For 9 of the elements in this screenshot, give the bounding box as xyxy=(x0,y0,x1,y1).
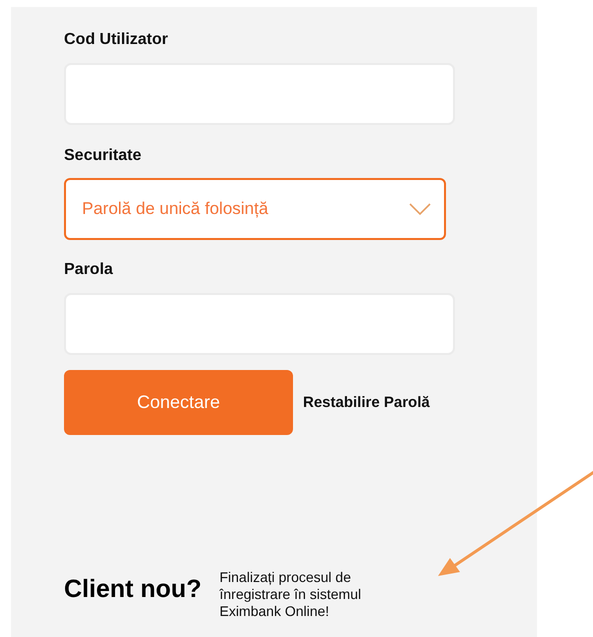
reset-password-link[interactable]: Restabilire Parolă xyxy=(303,394,430,411)
connect-button[interactable]: Conectare xyxy=(64,370,293,435)
registration-text: Finalizați procesul de înregistrare în sistemul Eximbank Online! xyxy=(219,569,362,620)
field-label: Cod Utilizator xyxy=(64,31,168,49)
chevron-down-icon xyxy=(409,203,431,215)
field-label: Parola xyxy=(64,261,113,279)
security-dropdown[interactable]: Parolă de unică folosință xyxy=(64,178,446,240)
new-client-heading: Client nou? xyxy=(64,575,202,604)
field-label: Securitate xyxy=(64,147,142,165)
